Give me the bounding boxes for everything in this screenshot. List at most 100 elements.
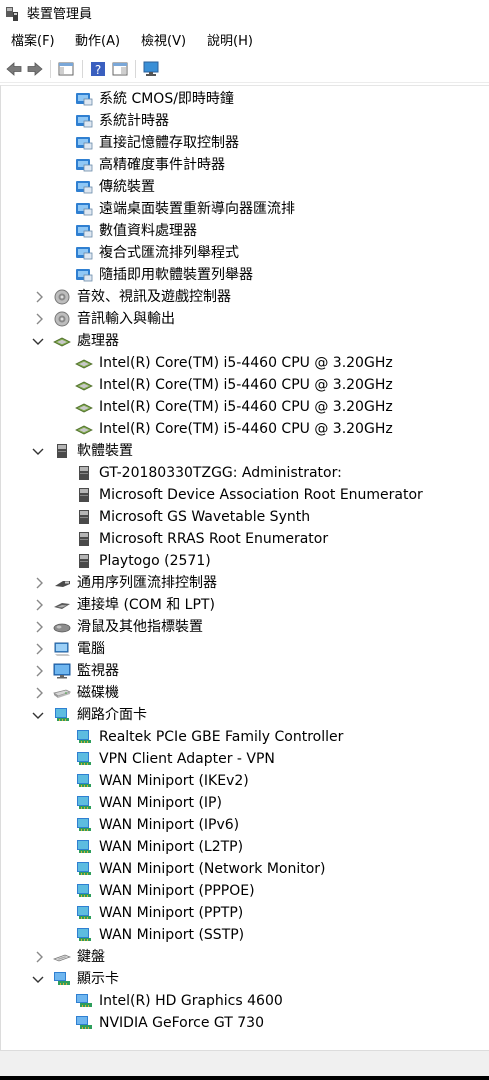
device-row[interactable]: 高精確度事件計時器 [1,154,489,176]
device-category-row[interactable]: 滑鼠及其他指標裝置 [1,616,489,638]
device-row[interactable]: WAN Miniport (IP) [1,792,489,814]
collapsed-chevron-icon[interactable] [34,643,44,655]
software-device-icon [75,465,93,481]
device-row[interactable]: WAN Miniport (IPv6) [1,814,489,836]
device-label: Playtogo (2571) [99,553,211,569]
device-row[interactable]: Realtek PCIe GBE Family Controller [1,726,489,748]
chip-icon [75,421,93,437]
device-category-row[interactable]: 磁碟機 [1,682,489,704]
device-row[interactable]: WAN Miniport (IKEv2) [1,770,489,792]
menu-file[interactable]: 檔案(F) [10,33,56,51]
system-device-icon [75,179,93,195]
system-device-icon [75,201,93,217]
help-icon[interactable]: ? [89,60,107,78]
device-row[interactable]: Playtogo (2571) [1,550,489,572]
device-row[interactable]: 直接記憶體存取控制器 [1,132,489,154]
device-category-row[interactable]: 音訊輸入與輸出 [1,308,489,330]
device-row[interactable]: NVIDIA GeForce GT 730 [1,1012,489,1034]
back-icon[interactable] [5,60,23,78]
collapsed-chevron-icon[interactable] [34,599,44,611]
collapsed-chevron-icon[interactable] [34,313,44,325]
device-row[interactable]: 隨插即用軟體裝置列舉器 [1,264,489,286]
device-category-row[interactable]: 鍵盤 [1,946,489,968]
device-label: WAN Miniport (Network Monitor) [99,861,326,877]
display-icon [75,993,93,1009]
expanded-chevron-icon[interactable] [32,335,44,347]
device-row[interactable]: 系統計時器 [1,110,489,132]
category-label: 通用序列匯流排控制器 [77,575,217,591]
collapsed-chevron-icon[interactable] [34,951,44,963]
device-category-row[interactable]: 顯示卡 [1,968,489,990]
collapsed-chevron-icon[interactable] [34,621,44,633]
category-label: 連接埠 (COM 和 LPT) [77,597,215,613]
device-row[interactable]: Intel(R) HD Graphics 4600 [1,990,489,1012]
software-device-icon [75,487,93,503]
device-label: 系統 CMOS/即時時鐘 [99,91,234,107]
device-row[interactable]: Microsoft GS Wavetable Synth [1,506,489,528]
device-label: Intel(R) Core(TM) i5-4460 CPU @ 3.20GHz [99,377,393,393]
collapsed-chevron-icon[interactable] [34,577,44,589]
device-row[interactable]: 數值資料處理器 [1,220,489,242]
show-hide-console-tree-icon[interactable] [57,60,75,78]
device-row[interactable]: Intel(R) Core(TM) i5-4460 CPU @ 3.20GHz [1,374,489,396]
menu-view[interactable]: 檢視(V) [140,33,187,51]
scan-hardware-icon[interactable] [142,60,160,78]
system-device-icon [75,91,93,107]
forward-icon[interactable] [26,60,44,78]
category-label: 鍵盤 [77,949,105,965]
keyboard-icon [53,949,71,965]
expanded-chevron-icon[interactable] [32,709,44,721]
device-category-row[interactable]: 通用序列匯流排控制器 [1,572,489,594]
device-category-row[interactable]: 連接埠 (COM 和 LPT) [1,594,489,616]
menu-help[interactable]: 說明(H) [206,33,254,51]
device-label: WAN Miniport (PPPOE) [99,883,255,899]
display-icon [75,1015,93,1031]
device-row[interactable]: 遠端桌面裝置重新導向器匯流排 [1,198,489,220]
device-category-row[interactable]: 網路介面卡 [1,704,489,726]
collapsed-chevron-icon[interactable] [34,291,44,303]
system-device-icon [75,113,93,129]
device-row[interactable]: WAN Miniport (SSTP) [1,924,489,946]
device-label: VPN Client Adapter - VPN [99,751,275,767]
device-row[interactable]: GT-20180330TZGG: Administrator: [1,462,489,484]
monitor-icon [53,663,71,679]
device-category-row[interactable]: 處理器 [1,330,489,352]
expanded-chevron-icon[interactable] [32,973,44,985]
software-device-icon [75,531,93,547]
device-row[interactable]: 複合式匯流排列舉程式 [1,242,489,264]
device-label: 遠端桌面裝置重新導向器匯流排 [99,201,295,217]
toolbar: ? [0,55,489,83]
computer-icon [53,641,71,657]
category-label: 網路介面卡 [77,707,147,723]
device-row[interactable]: Intel(R) Core(TM) i5-4460 CPU @ 3.20GHz [1,396,489,418]
network-icon [75,751,93,767]
device-category-row[interactable]: 監視器 [1,660,489,682]
device-category-row[interactable]: 軟體裝置 [1,440,489,462]
chip-icon [75,377,93,393]
toolbar-separator [50,60,51,78]
system-device-icon [75,223,93,239]
device-row[interactable]: WAN Miniport (Network Monitor) [1,858,489,880]
expanded-chevron-icon[interactable] [32,445,44,457]
device-category-row[interactable]: 音效、視訊及遊戲控制器 [1,286,489,308]
device-row[interactable]: WAN Miniport (PPPOE) [1,880,489,902]
collapsed-chevron-icon[interactable] [34,665,44,677]
device-row[interactable]: VPN Client Adapter - VPN [1,748,489,770]
device-category-row[interactable]: 電腦 [1,638,489,660]
device-row[interactable]: 系統 CMOS/即時時鐘 [1,88,489,110]
system-device-icon [75,135,93,151]
properties-icon[interactable] [111,60,129,78]
device-row[interactable]: Intel(R) Core(TM) i5-4460 CPU @ 3.20GHz [1,418,489,440]
collapsed-chevron-icon[interactable] [34,687,44,699]
device-row[interactable]: 傳統裝置 [1,176,489,198]
category-label: 軟體裝置 [77,443,133,459]
network-icon [75,861,93,877]
device-label: WAN Miniport (PPTP) [99,905,244,921]
device-row[interactable]: Intel(R) Core(TM) i5-4460 CPU @ 3.20GHz [1,352,489,374]
device-row[interactable]: WAN Miniport (PPTP) [1,902,489,924]
menu-action[interactable]: 動作(A) [74,33,121,51]
device-row[interactable]: WAN Miniport (L2TP) [1,836,489,858]
device-row[interactable]: Microsoft RRAS Root Enumerator [1,528,489,550]
device-row[interactable]: Microsoft Device Association Root Enumer… [1,484,489,506]
network-icon [75,839,93,855]
